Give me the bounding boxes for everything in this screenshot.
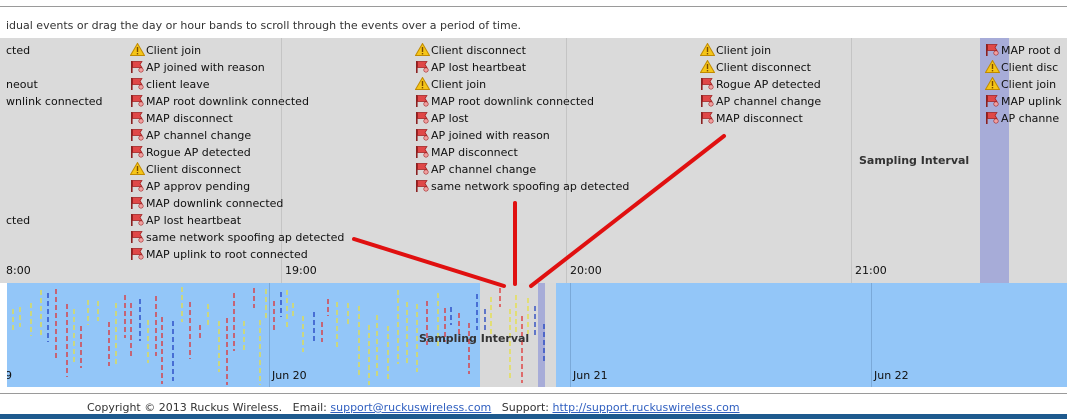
annotation-arrow [529,134,726,288]
footer-divider [0,393,1067,394]
support-url-link[interactable]: http://support.ruckuswireless.com [552,401,739,414]
email-label: Email: [292,401,327,414]
annotation-arrows [352,134,726,288]
support-email-link[interactable]: support@ruckuswireless.com [330,401,491,414]
footer: Copyright © 2013 Ruckus Wireless. Email:… [87,401,740,414]
support-label: Support: [501,401,549,414]
page-bottom-bar [0,414,1067,419]
annotation-arrow [352,237,506,288]
copyright-text: Copyright © 2013 Ruckus Wireless. [87,401,283,414]
